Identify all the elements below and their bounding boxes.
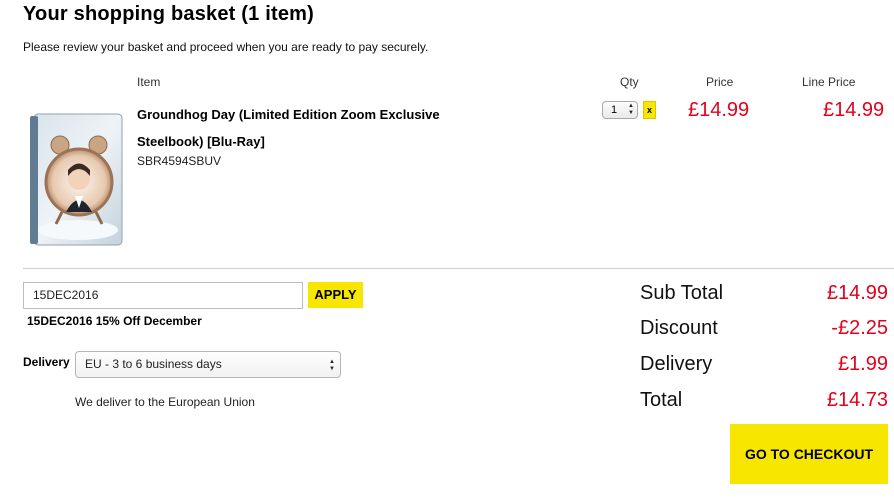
delivery-selected-option: EU - 3 to 6 business days xyxy=(85,357,222,371)
total-value: £14.73 xyxy=(826,389,888,411)
subtotal-value: £14.99 xyxy=(826,282,888,304)
column-header-qty: Qty xyxy=(620,75,639,89)
product-name[interactable]: Groundhog Day (Limited Edition Zoom Excl… xyxy=(137,101,467,155)
column-header-price: Price xyxy=(706,75,734,89)
select-arrows-icon: ▲ ▼ xyxy=(329,359,335,372)
line-price: £14.99 xyxy=(823,99,885,121)
quantity-value: 1 xyxy=(611,104,618,116)
delivery-label: Delivery xyxy=(23,355,70,369)
applied-promo-description: 15DEC2016 15% Off December xyxy=(27,314,202,328)
select-arrows-icon: ▲ ▼ xyxy=(628,103,634,116)
product-image[interactable] xyxy=(28,112,124,247)
total-label: Total xyxy=(640,389,683,411)
promo-code-input[interactable]: 15DEC2016 xyxy=(23,282,303,309)
discount-label: Discount xyxy=(640,317,718,339)
go-to-checkout-button[interactable]: GO TO CHECKOUT xyxy=(730,424,888,484)
unit-price: £14.99 xyxy=(688,99,750,121)
quantity-select[interactable]: 1 ▲ ▼ xyxy=(602,101,638,119)
column-header-line-price: Line Price xyxy=(802,75,856,89)
discount-value: -£2.25 xyxy=(831,317,888,339)
apply-promo-button[interactable]: APPLY xyxy=(308,282,363,308)
basket-intro-text: Please review your basket and proceed wh… xyxy=(23,40,429,54)
subtotal-label: Sub Total xyxy=(640,282,724,304)
delivery-cost-value: £1.99 xyxy=(837,353,888,375)
column-header-item: Item xyxy=(137,75,161,89)
product-sku: SBR4594SBUV xyxy=(137,154,222,168)
basket-divider xyxy=(23,268,894,269)
remove-item-button[interactable]: x xyxy=(643,101,656,119)
page-title: Your shopping basket (1 item) xyxy=(23,3,315,25)
delivery-option-select[interactable]: EU - 3 to 6 business days ▲ ▼ xyxy=(75,351,341,378)
delivery-note: We deliver to the European Union xyxy=(75,395,255,409)
delivery-cost-label: Delivery xyxy=(640,353,713,375)
